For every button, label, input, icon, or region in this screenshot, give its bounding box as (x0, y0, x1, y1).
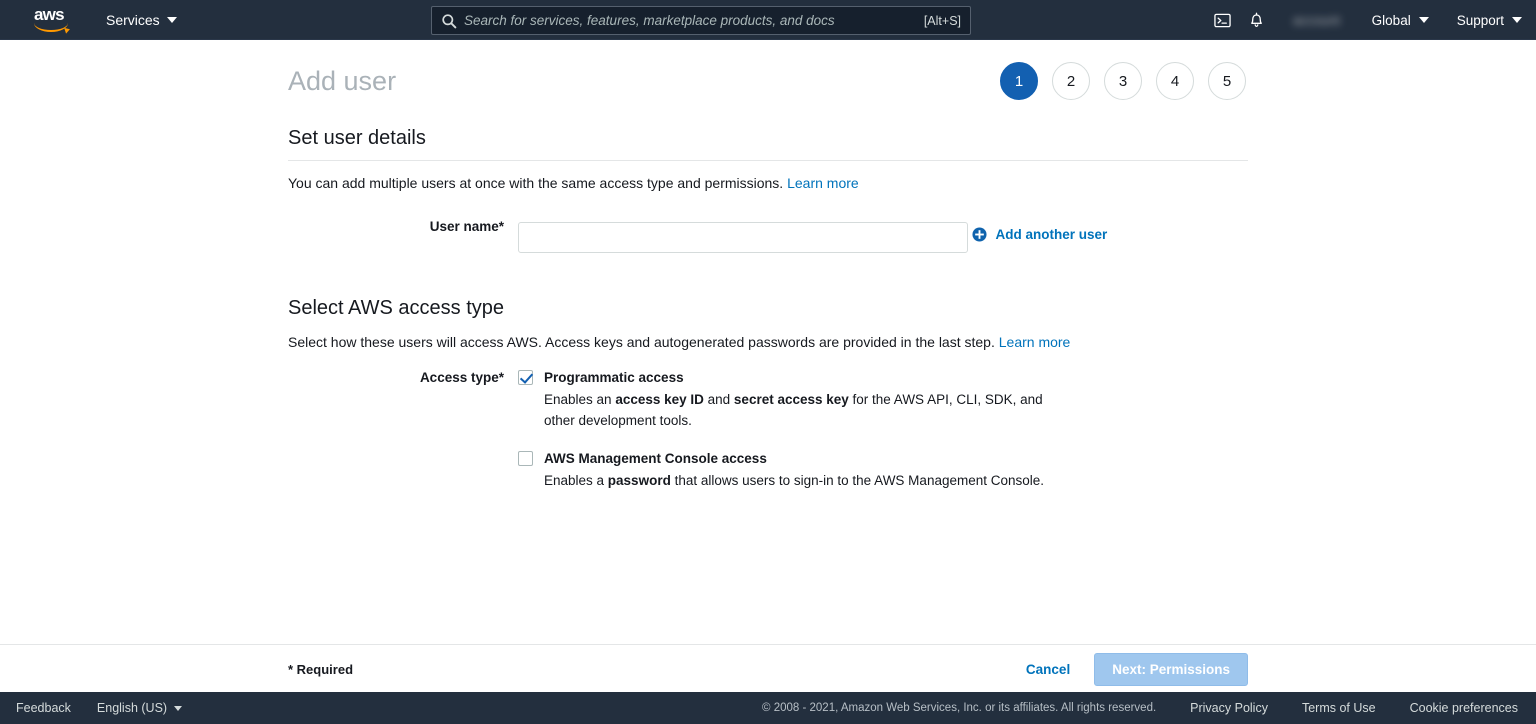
console-access-texts: AWS Management Console access Enables a … (544, 449, 1074, 491)
add-another-user-label: Add another user (995, 227, 1108, 242)
cloudshell-button[interactable] (1205, 0, 1239, 40)
desc-part: and (703, 392, 734, 407)
wizard-step-1[interactable]: 1 (1000, 62, 1038, 100)
console-access-description: Enables a password that allows users to … (544, 468, 1074, 491)
desc-part: that allows users to sign-in to the AWS … (670, 473, 1045, 488)
access-type-row: Access type* Programmatic access Enables… (288, 350, 1248, 509)
top-navigation-bar: aws Services [Alt+S] acc (0, 0, 1536, 40)
page-title: Add user (288, 65, 397, 96)
search-input[interactable] (464, 13, 918, 28)
add-another-user-button[interactable]: Add another user (972, 227, 1107, 242)
console-access-title: AWS Management Console access (544, 451, 767, 466)
support-menu-label: Support (1456, 12, 1504, 28)
wizard-step-4[interactable]: 4 (1156, 62, 1194, 100)
language-selector[interactable]: English (US) (96, 701, 183, 715)
programmatic-access-title: Programmatic access (544, 370, 684, 385)
content-container: Add user 1 2 3 4 5 Set user details You … (288, 41, 1248, 509)
search-icon (442, 13, 457, 28)
wizard-step-4-label: 4 (1170, 72, 1180, 90)
aws-wordmark: aws (34, 4, 65, 24)
access-type-label: Access type* (419, 370, 504, 385)
page-body: Add user 1 2 3 4 5 Set user details You … (0, 41, 1536, 644)
next-permissions-button[interactable]: Next: Permissions (1094, 652, 1248, 686)
bell-icon (1250, 12, 1262, 27)
copyright-text: © 2008 - 2021, Amazon Web Services, Inc.… (762, 702, 1157, 714)
feedback-link[interactable]: Feedback (16, 701, 71, 715)
notifications-button[interactable] (1239, 0, 1273, 40)
language-selector-label: English (US) (96, 701, 168, 715)
wizard-step-2-label: 2 (1066, 72, 1076, 90)
access-type-description: Select how these users will access AWS. … (288, 320, 1248, 350)
plus-circle-icon (972, 227, 987, 242)
set-user-details-learn-more-link[interactable]: Learn more (787, 175, 859, 191)
wizard-step-5-label: 5 (1222, 72, 1232, 90)
terminal-icon (1214, 13, 1231, 27)
terms-of-use-link[interactable]: Terms of Use (1302, 701, 1376, 715)
username-label: User name* (429, 219, 504, 234)
wizard-step-3-label: 3 (1118, 72, 1128, 90)
wizard-step-indicator: 1 2 3 4 5 (1000, 62, 1248, 100)
access-type-learn-more-link[interactable]: Learn more (999, 334, 1071, 350)
programmatic-access-checkbox[interactable] (518, 370, 533, 385)
page-footer: Feedback English (US) © 2008 - 2021, Ama… (0, 692, 1536, 724)
chevron-down-icon (1418, 17, 1429, 23)
access-type-heading: Select AWS access type (288, 297, 505, 319)
wizard-action-bar: * Required Cancel Next: Permissions (0, 644, 1536, 692)
page-header: Add user 1 2 3 4 5 (288, 41, 1248, 103)
aws-smile-icon (34, 23, 68, 32)
region-selector-label: Global (1371, 12, 1411, 28)
region-selector[interactable]: Global (1358, 0, 1443, 40)
console-access-option[interactable]: AWS Management Console access Enables a … (518, 449, 1248, 491)
footer-left-group: Feedback English (US) (16, 701, 183, 715)
desc-part-bold: access key ID (615, 392, 704, 407)
chevron-down-icon (174, 705, 183, 711)
set-user-details-heading: Set user details (288, 103, 1248, 161)
privacy-policy-link[interactable]: Privacy Policy (1190, 701, 1268, 715)
access-type-description-text: Select how these users will access AWS. … (288, 334, 995, 350)
aws-logo[interactable]: aws (34, 4, 74, 33)
wizard-step-1-label: 1 (1014, 72, 1024, 90)
cancel-button[interactable]: Cancel (1024, 656, 1072, 683)
set-user-details-description-text: You can add multiple users at once with … (288, 175, 784, 191)
programmatic-access-option[interactable]: Programmatic access Enables an access ke… (518, 368, 1248, 431)
desc-part: Enables an (544, 392, 616, 407)
desc-part-bold: password (607, 473, 671, 488)
username-field-group: Add another user (518, 213, 1248, 253)
programmatic-access-texts: Programmatic access Enables an access ke… (544, 368, 1074, 431)
console-access-checkbox[interactable] (518, 451, 533, 466)
required-note: * Required (288, 661, 354, 677)
cookie-preferences-link[interactable]: Cookie preferences (1410, 701, 1518, 715)
footer-right-group: © 2008 - 2021, Amazon Web Services, Inc.… (762, 701, 1518, 715)
username-input[interactable] (518, 222, 968, 253)
services-menu[interactable]: Services (106, 0, 177, 40)
wizard-actions: Cancel Next: Permissions (1024, 652, 1248, 686)
services-menu-label: Services (106, 11, 160, 28)
set-user-details-description: You can add multiple users at once with … (288, 161, 1248, 191)
desc-part-bold: secret access key (733, 392, 849, 407)
wizard-action-bar-inner: * Required Cancel Next: Permissions (288, 645, 1248, 693)
username-form-row: User name* Add another user (288, 191, 1248, 253)
access-type-options: Programmatic access Enables an access ke… (518, 368, 1248, 509)
support-menu[interactable]: Support (1443, 0, 1536, 40)
desc-part: Enables a (544, 473, 608, 488)
top-nav-right-group: account Global Support (1205, 0, 1536, 40)
wizard-step-2[interactable]: 2 (1052, 62, 1090, 100)
wizard-step-5[interactable]: 5 (1208, 62, 1246, 100)
account-menu[interactable]: account (1281, 11, 1351, 30)
global-search-box[interactable]: [Alt+S] (431, 6, 971, 35)
wizard-step-3[interactable]: 3 (1104, 62, 1142, 100)
chevron-down-icon (1512, 17, 1522, 23)
search-shortcut-hint: [Alt+S] (923, 13, 961, 28)
chevron-down-icon (166, 16, 177, 23)
programmatic-access-description: Enables an access key ID and secret acce… (544, 387, 1074, 431)
